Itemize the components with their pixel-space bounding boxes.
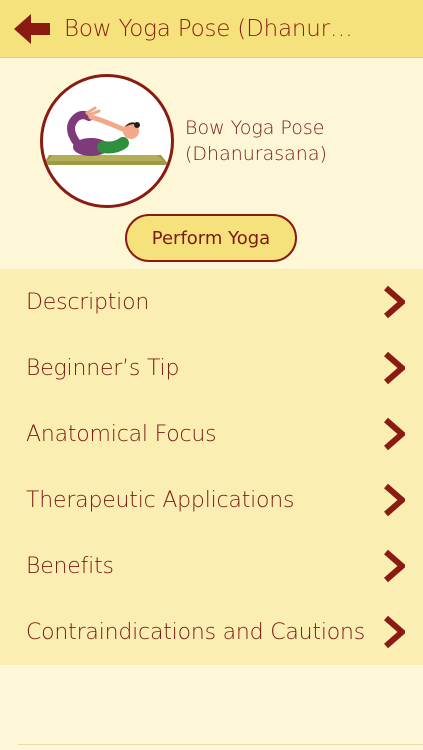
divider xyxy=(18,744,423,745)
menu-item-benefits[interactable]: Benefits xyxy=(0,533,423,599)
menu-item-label: Benefits xyxy=(26,553,114,579)
chevron-right-icon xyxy=(383,417,405,451)
pose-name: Bow Yoga Pose (Dhanurasana) xyxy=(185,115,327,167)
back-arrow-icon xyxy=(14,13,50,44)
menu-item-label: Description xyxy=(26,289,150,315)
menu-item-label: Therapeutic Applications xyxy=(26,487,295,513)
pose-name-line2: (Dhanurasana) xyxy=(185,143,327,165)
menu-item-label: Beginner’s Tip xyxy=(26,355,180,381)
menu-item-beginners-tip[interactable]: Beginner’s Tip xyxy=(0,335,423,401)
menu-item-contraindications[interactable]: Contraindications and Cautions xyxy=(0,599,423,665)
pose-section: Bow Yoga Pose (Dhanurasana) Perform Yoga xyxy=(0,58,423,268)
bow-pose-illustration xyxy=(43,106,169,165)
header-bar: Bow Yoga Pose (Dhanurasa... xyxy=(0,0,423,58)
menu-item-label: Contraindications and Cautions xyxy=(26,619,365,645)
chevron-right-icon xyxy=(383,351,405,385)
menu-item-anatomical-focus[interactable]: Anatomical Focus xyxy=(0,401,423,467)
pose-name-line1: Bow Yoga Pose xyxy=(185,117,325,139)
chevron-right-icon xyxy=(383,285,405,319)
perform-yoga-button[interactable]: Perform Yoga xyxy=(125,214,297,262)
info-menu: Description Beginner’s Tip Anatomical Fo… xyxy=(0,269,423,665)
page-title: Bow Yoga Pose (Dhanurasa... xyxy=(64,15,364,42)
chevron-right-icon xyxy=(383,615,405,649)
chevron-right-icon xyxy=(383,549,405,583)
menu-item-label: Anatomical Focus xyxy=(26,421,217,447)
menu-item-therapeutic-applications[interactable]: Therapeutic Applications xyxy=(0,467,423,533)
pose-image xyxy=(40,74,174,208)
back-button[interactable] xyxy=(0,0,64,58)
menu-item-description[interactable]: Description xyxy=(0,269,423,335)
chevron-right-icon xyxy=(383,483,405,517)
